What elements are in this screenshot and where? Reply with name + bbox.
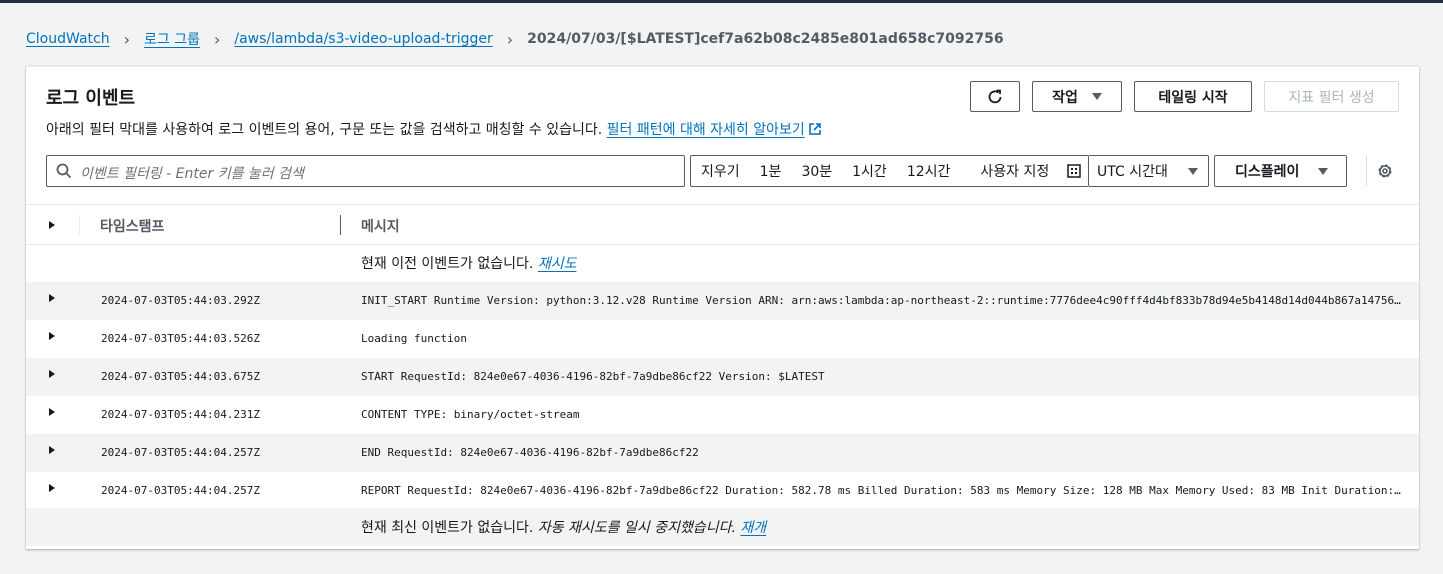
expand-all-triangle-icon[interactable] — [49, 221, 55, 229]
external-link-icon — [808, 123, 821, 135]
row-message: START RequestId: 824e0e67-4036-4196-82bf… — [361, 370, 825, 383]
range-custom[interactable]: 사용자 지정 — [960, 161, 1091, 181]
search-placeholder: 이벤트 필터링 - Enter 키를 눌러 검색 — [80, 166, 304, 182]
breadcrumb-current-stream: 2024/07/03/[$LATEST]cef7a62b08c2485e801a… — [527, 31, 1004, 47]
row-timestamp: 2024-07-03T05:44:03.292Z — [101, 294, 260, 307]
breadcrumb-log-groups[interactable]: 로그 그룹 — [144, 29, 200, 49]
row-timestamp: 2024-07-03T05:44:04.257Z — [101, 446, 260, 459]
no-newer-events-notice: 현재 최신 이벤트가 없습니다. 자동 재시도를 일시 중지했습니다. 재개 — [26, 508, 1419, 546]
table-row[interactable]: 2024-07-03T05:44:03.526Z Loading function — [26, 320, 1419, 358]
expand-row-triangle-icon[interactable] — [49, 408, 55, 416]
column-message[interactable]: 메시지 — [361, 216, 400, 236]
clear-range-button[interactable]: 지우기 — [691, 161, 750, 181]
breadcrumb: CloudWatch › 로그 그룹 › /aws/lambda/s3-vide… — [26, 28, 1004, 50]
gear-icon[interactable] — [1376, 162, 1394, 180]
row-message: INIT_START Runtime Version: python:3.12.… — [361, 294, 1401, 307]
refresh-button[interactable] — [970, 81, 1020, 112]
expand-row-triangle-icon[interactable] — [49, 370, 55, 378]
range-1h[interactable]: 1시간 — [842, 161, 897, 181]
table-row[interactable]: 2024-07-03T05:44:04.257Z REPORT RequestId… — [26, 472, 1419, 510]
search-icon — [56, 163, 72, 179]
calendar-icon — [1067, 164, 1081, 178]
log-events-panel: 로그 이벤트 아래의 필터 막대를 사용하여 로그 이벤트의 용어, 구문 또는… — [26, 66, 1419, 549]
column-resizer[interactable] — [340, 215, 341, 235]
caret-down-icon — [1091, 93, 1102, 100]
row-timestamp: 2024-07-03T05:44:04.231Z — [101, 408, 260, 421]
description-text: 아래의 필터 막대를 사용하여 로그 이벤트의 용어, 구문 또는 값을 검색하… — [46, 122, 603, 138]
top-nav-bar — [0, 0, 1443, 3]
expand-row-triangle-icon[interactable] — [49, 294, 55, 302]
row-message: END RequestId: 824e0e67-4036-4196-82bf-7… — [361, 446, 699, 459]
table-header: 타임스탬프 메시지 — [26, 204, 1419, 245]
range-12h[interactable]: 12시간 — [897, 161, 961, 181]
event-filter-search[interactable]: 이벤트 필터링 - Enter 키를 눌러 검색 — [46, 155, 685, 187]
row-timestamp: 2024-07-03T05:44:03.526Z — [101, 332, 260, 345]
panel-title: 로그 이벤트 — [46, 88, 136, 109]
actions-dropdown[interactable]: 작업 — [1032, 81, 1122, 112]
resume-link[interactable]: 재개 — [740, 520, 766, 536]
filter-pattern-learn-link[interactable]: 필터 패턴에 대해 자세히 알아보기 — [607, 122, 821, 138]
caret-down-icon — [1188, 167, 1198, 175]
no-older-events-notice: 현재 이전 이벤트가 없습니다. 재시도 — [361, 256, 577, 272]
column-timestamp[interactable]: 타임스탬프 — [100, 216, 164, 236]
panel-description: 아래의 필터 막대를 사용하여 로그 이벤트의 용어, 구문 또는 값을 검색하… — [46, 119, 821, 139]
row-message: Loading function — [361, 332, 467, 345]
chevron-right-icon: › — [506, 29, 514, 49]
start-tailing-button[interactable]: 테일링 시작 — [1134, 81, 1252, 112]
breadcrumb-cloudwatch[interactable]: CloudWatch — [26, 31, 110, 47]
timezone-dropdown[interactable]: UTC 시간대 — [1089, 155, 1209, 187]
range-30m[interactable]: 30분 — [791, 161, 842, 181]
expand-row-triangle-icon[interactable] — [49, 484, 55, 492]
row-timestamp: 2024-07-03T05:44:04.257Z — [101, 484, 260, 497]
chevron-right-icon: › — [213, 29, 221, 49]
table-row[interactable]: 2024-07-03T05:44:03.675Z START RequestId:… — [26, 358, 1419, 396]
row-message: REPORT RequestId: 824e0e67-4036-4196-82b… — [361, 484, 1401, 497]
table-row[interactable]: 2024-07-03T05:44:04.257Z END RequestId: 8… — [26, 434, 1419, 472]
expand-row-triangle-icon[interactable] — [49, 332, 55, 340]
refresh-icon — [988, 89, 1002, 103]
create-metric-filter-button[interactable]: 지표 필터 생성 — [1264, 81, 1399, 112]
row-message: CONTENT TYPE: binary/octet-stream — [361, 408, 580, 421]
toolbar-divider — [1366, 156, 1367, 186]
time-range-selector: 지우기 1분 30분 1시간 12시간 사용자 지정 — [690, 155, 1089, 187]
display-dropdown[interactable]: 디스플레이 — [1214, 155, 1347, 187]
expand-row-triangle-icon[interactable] — [49, 446, 55, 454]
caret-down-icon — [1318, 167, 1328, 175]
retry-link[interactable]: 재시도 — [538, 256, 577, 272]
range-1m[interactable]: 1분 — [750, 161, 792, 181]
row-timestamp: 2024-07-03T05:44:03.675Z — [101, 370, 260, 383]
table-row[interactable]: 2024-07-03T05:44:03.292Z INIT_START Runti… — [26, 282, 1419, 320]
breadcrumb-log-group[interactable]: /aws/lambda/s3-video-upload-trigger — [234, 31, 492, 47]
column-divider — [79, 215, 80, 235]
table-row[interactable]: 2024-07-03T05:44:04.231Z CONTENT TYPE: bi… — [26, 396, 1419, 434]
chevron-right-icon: › — [123, 29, 130, 49]
